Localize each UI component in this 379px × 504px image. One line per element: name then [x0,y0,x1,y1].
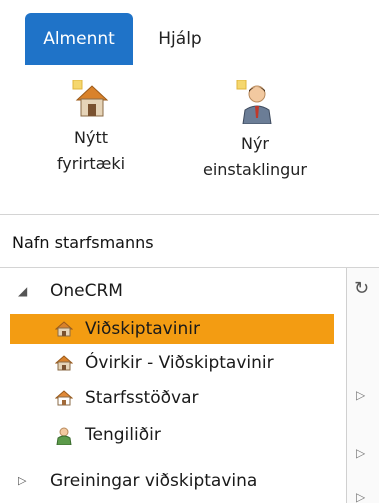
ribbon-panel: Nýtt fyrirtæki Nýr einstaklingur [0,66,379,214]
tree-item-starfsstodvar[interactable]: Starfsstöðvar [0,383,346,413]
tree-item-label: Óvirkir - Viðskiptavinir [85,353,274,373]
house-outline-icon [55,390,73,406]
tree-item-tengilidir[interactable]: Tengiliðir [0,420,346,450]
house-icon [55,355,73,371]
collapsed-arrow-icon[interactable]: ▷ [356,388,365,402]
person-new-icon [236,80,272,124]
new-company-label-line1: Nýtt [74,128,108,147]
tree-item-ovirkir[interactable]: Óvirkir - Viðskiptavinir [0,348,346,378]
person-icon [56,427,72,445]
refresh-icon[interactable]: ↻ [354,278,369,299]
house-new-icon [72,80,109,117]
tree-item-label: Tengiliðir [85,425,161,445]
tree-item-label: Viðskiptavinir [85,319,200,339]
collapsed-arrow-icon[interactable]: ▷ [356,446,365,460]
new-person-label-line1: Nýr [240,134,269,153]
divider [0,214,379,215]
expanded-arrow-icon[interactable]: ◢ [18,276,27,306]
new-person-label-line2: einstaklingur [202,160,307,179]
new-company-button[interactable]: Nýtt fyrirtæki [50,80,132,174]
house-icon [55,321,73,337]
tree-item-label: Greiningar viðskiptavina [50,471,258,491]
collapsed-arrow-icon[interactable]: ▷ [356,490,365,504]
tab-hjalp[interactable]: Hjálp [144,13,216,65]
tree-item-label: OneCRM [50,281,123,301]
tree-item-vidskiptavinir[interactable]: Viðskiptavinir [0,314,346,344]
tree-item-label: Starfsstöðvar [85,388,199,408]
new-person-button[interactable]: Nýr einstaklingur [180,80,330,180]
collapsed-arrow-icon[interactable]: ▷ [18,466,26,496]
tree-item-onecrm[interactable]: ◢ OneCRM [0,276,346,306]
navigation-tree: ◢ OneCRM Viðskiptavinir Óvirkir - Viðski… [0,268,346,503]
tree-item-greiningar[interactable]: ▷ Greiningar viðskiptavina [0,466,346,496]
new-company-label-line2: fyrirtæki [56,154,126,173]
tab-almennt[interactable]: Almennt [25,13,133,65]
ribbon-tab-strip: Almennt Hjálp [0,0,379,67]
side-panel [346,268,379,503]
section-title: Nafn starfsmanns [12,233,154,252]
